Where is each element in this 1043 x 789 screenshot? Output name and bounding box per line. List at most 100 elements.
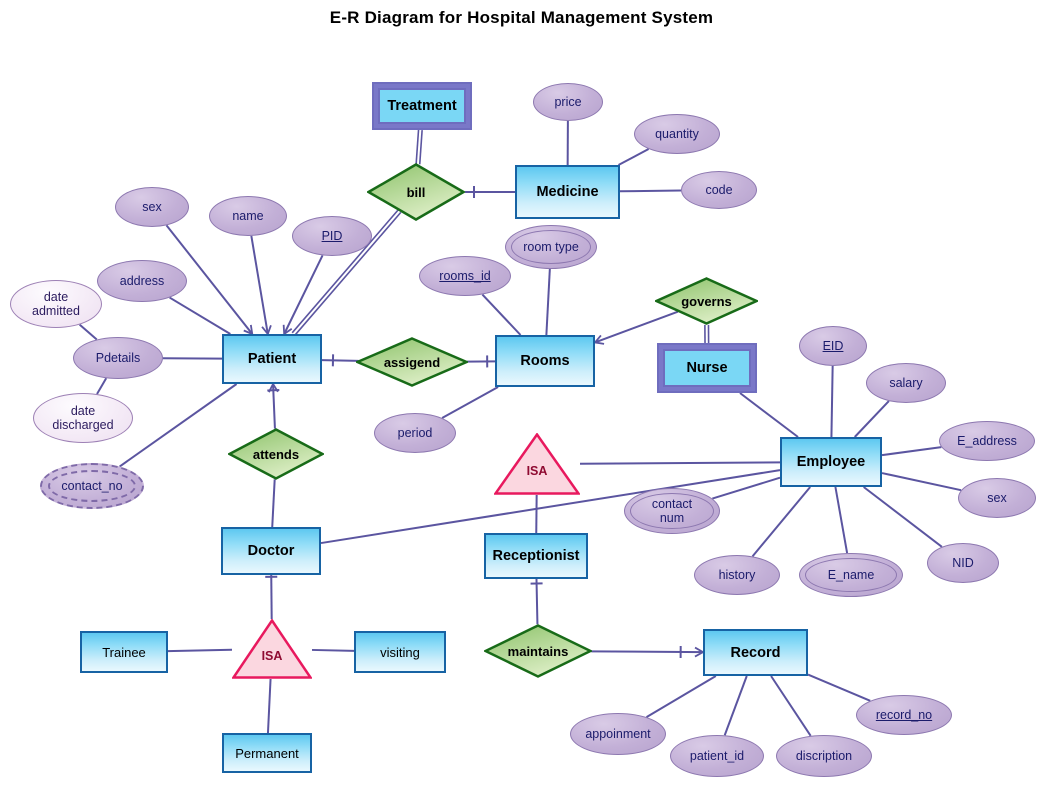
attribute-eid[interactable]: EID <box>799 326 867 366</box>
edge-record-to-discription <box>770 675 812 737</box>
attribute-label: room type <box>523 240 579 254</box>
attribute-label: date admitted <box>32 290 80 318</box>
attribute-date-discharged[interactable]: date discharged <box>33 393 133 443</box>
attribute-code[interactable]: code <box>681 171 757 209</box>
attribute-label: address <box>119 274 165 288</box>
attribute-sex-patient[interactable]: sex <box>115 187 189 227</box>
isa-label: ISA <box>261 649 283 663</box>
attribute-period[interactable]: period <box>374 413 456 453</box>
edge-patient-to-assigend <box>321 359 359 362</box>
edge-receptionist-to-maintains <box>535 578 539 625</box>
attribute-appoinment[interactable]: appoinment <box>570 713 666 755</box>
relationship-maintains[interactable]: maintains <box>484 624 592 678</box>
attribute-label: discription <box>795 749 853 763</box>
entity-trainee[interactable]: Trainee <box>80 631 168 673</box>
entity-rooms[interactable]: Rooms <box>495 335 595 387</box>
edge-rooms-id-to-rooms <box>481 293 522 336</box>
attribute-discription[interactable]: discription <box>776 735 872 777</box>
entity-label: Rooms <box>520 353 570 369</box>
attribute-contact-num[interactable]: contact num <box>624 488 720 534</box>
attribute-room-type[interactable]: room type <box>505 225 597 269</box>
entity-permanent[interactable]: Permanent <box>222 733 312 773</box>
er-diagram-canvas: E-R Diagram for Hospital Management Syst… <box>0 0 1043 789</box>
edge-employee-to-sex-employee <box>881 472 962 492</box>
entity-record[interactable]: Record <box>703 629 808 676</box>
attribute-date-admitted[interactable]: date admitted <box>10 280 102 328</box>
attribute-record-no[interactable]: record_no <box>856 695 952 735</box>
entity-receptionist[interactable]: Receptionist <box>484 533 588 579</box>
relationship-attends[interactable]: attends <box>228 428 324 480</box>
edge-record-to-appoinment <box>645 675 717 718</box>
entity-label: Nurse <box>663 349 751 387</box>
attribute-name[interactable]: name <box>209 196 287 236</box>
attribute-label: period <box>397 426 433 440</box>
relationship-governs[interactable]: governs <box>655 277 758 325</box>
attribute-label: date discharged <box>52 404 114 432</box>
attribute-sex-employee[interactable]: sex <box>958 478 1036 518</box>
edge-employee-to-history <box>751 486 811 557</box>
edge-contact-no-to-patient <box>119 383 238 468</box>
attribute-address[interactable]: address <box>97 260 187 302</box>
edge-quantity-to-medicine <box>618 148 650 166</box>
attribute-label: PID <box>321 229 343 243</box>
entity-label: Employee <box>796 454 866 470</box>
relationship-label: bill <box>406 184 426 200</box>
attribute-label: contact num <box>651 497 693 525</box>
attribute-quantity[interactable]: quantity <box>634 114 720 154</box>
attribute-contact-no[interactable]: contact_no <box>40 463 144 509</box>
edge-date-admitted-to-pdetails <box>78 323 98 341</box>
attribute-label: contact_no <box>61 479 123 493</box>
attribute-label: EID <box>822 339 844 353</box>
attribute-label: patient_id <box>689 749 745 763</box>
edge-attends-to-doctor <box>271 479 276 528</box>
relationship-bill[interactable]: bill <box>367 163 465 221</box>
edge-isa-doctor-to-permanent <box>266 678 272 734</box>
edge-code-to-medicine <box>619 189 682 193</box>
attribute-salary[interactable]: salary <box>866 363 946 403</box>
relationship-assigend[interactable]: assigend <box>356 337 468 387</box>
entity-label: Trainee <box>102 644 146 660</box>
isa-receptionist[interactable]: ISA <box>494 433 580 495</box>
edge-name-to-patient <box>250 235 269 335</box>
edge-record-to-record-no <box>807 673 871 702</box>
attribute-label: NID <box>952 556 974 570</box>
entity-label: Record <box>730 644 781 661</box>
relationship-label: assigend <box>383 354 441 370</box>
entity-label: Treatment <box>378 88 466 124</box>
attribute-pdetails[interactable]: Pdetails <box>73 337 163 379</box>
edge-employee-to-e-name <box>834 486 849 554</box>
edge-record-to-patient-id <box>723 675 748 736</box>
weak-entity-nurse[interactable]: Nurse <box>657 343 757 393</box>
attribute-e-name[interactable]: E_name <box>799 553 903 597</box>
attribute-patient-id[interactable]: patient_id <box>670 735 764 777</box>
edge-employee-to-eid <box>830 365 834 438</box>
attribute-label: salary <box>889 376 923 390</box>
edge-employee-to-contact-num <box>712 476 781 500</box>
isa-doctor[interactable]: ISA <box>232 619 312 679</box>
attribute-e-address[interactable]: E_address <box>939 421 1035 461</box>
attribute-label: Pdetails <box>95 351 141 365</box>
entity-medicine[interactable]: Medicine <box>515 165 620 219</box>
attribute-label: record_no <box>875 708 933 722</box>
edge-date-discharged-to-pdetails <box>96 377 108 395</box>
attribute-history[interactable]: history <box>694 555 780 595</box>
edge-isa-doctor-to-visiting <box>311 648 355 652</box>
entity-label: Permanent <box>235 745 299 761</box>
entity-label: Medicine <box>536 184 599 200</box>
edge-employee-to-nid <box>863 486 943 548</box>
weak-entity-treatment[interactable]: Treatment <box>372 82 472 130</box>
attribute-label: appoinment <box>585 727 651 741</box>
attribute-label: history <box>718 568 756 582</box>
attribute-pid[interactable]: PID <box>292 216 372 256</box>
edge-isa-receptionist-to-employee <box>579 461 781 465</box>
edge-employee-to-salary <box>854 400 890 438</box>
attribute-rooms-id[interactable]: rooms_id <box>419 256 511 296</box>
attribute-price[interactable]: price <box>533 83 603 121</box>
entity-visiting[interactable]: visiting <box>354 631 446 673</box>
entity-doctor[interactable]: Doctor <box>221 527 321 575</box>
entity-patient[interactable]: Patient <box>222 334 322 384</box>
entity-employee[interactable]: Employee <box>780 437 882 487</box>
edge-period-to-rooms <box>441 386 499 419</box>
attribute-label: quantity <box>655 127 699 141</box>
attribute-nid[interactable]: NID <box>927 543 999 583</box>
